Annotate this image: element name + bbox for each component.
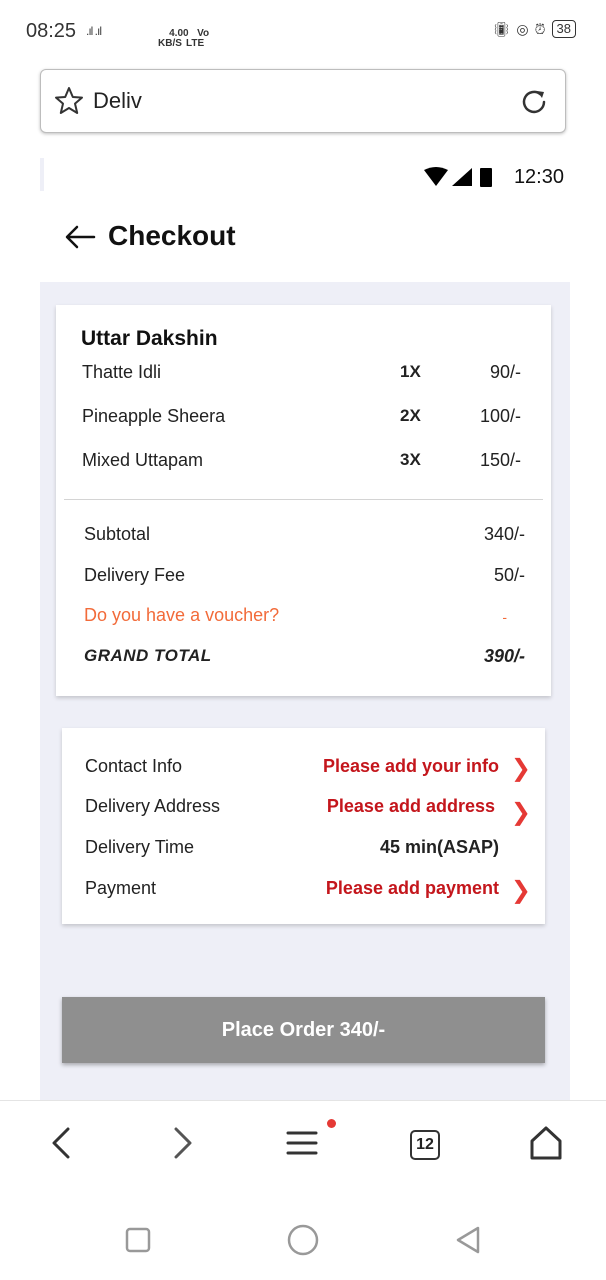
home-circle-icon[interactable]: [285, 1222, 321, 1258]
delivery-fee-row: Delivery Fee 50/-: [56, 565, 551, 595]
app-status-icons: [424, 167, 492, 187]
grand-total-row: GRAND TOTAL 390/-: [56, 646, 551, 676]
order-item: Pineapple Sheera 2X 100/-: [56, 406, 551, 436]
item-name: Thatte Idli: [82, 362, 162, 382]
payment-row[interactable]: Payment Please add payment ❯: [62, 876, 545, 908]
order-summary-card: Uttar Dakshin Thatte Idli 1X 90/- Pineap…: [56, 305, 551, 696]
item-price: 90/-: [489, 362, 521, 382]
delivery-address-label: Delivery Address: [85, 796, 221, 816]
app-status-bar: 12:30: [40, 158, 570, 194]
order-item: Mixed Uttapam 3X 150/-: [56, 450, 551, 480]
battery-level-icon: [480, 168, 492, 187]
app-header: Checkout: [40, 194, 570, 282]
web-content: 12:30 Checkout Uttar Dakshin Thatte Idli…: [40, 158, 570, 1100]
chevron-right-icon[interactable]: ❯: [511, 798, 531, 827]
status-right-icons: 📳︎ ◎ ⏰︎ 38: [493, 20, 576, 38]
back-icon[interactable]: [42, 1123, 82, 1163]
restaurant-name: Uttar Dakshin: [81, 327, 218, 350]
payment-value[interactable]: Please add payment: [326, 878, 499, 899]
tabs-icon[interactable]: 12: [410, 1130, 440, 1160]
grand-total-value: 390/-: [483, 646, 525, 666]
page-title: Checkout: [108, 220, 236, 251]
item-price: 100/-: [479, 406, 521, 426]
item-price: 150/-: [479, 450, 521, 470]
delivery-time-value: 45 min(ASAP): [379, 837, 499, 857]
alarm-icon: ⏰︎: [534, 20, 546, 37]
app-status-time: 12:30: [513, 166, 564, 188]
contact-info-row[interactable]: Contact Info Please add your info ❯: [62, 754, 545, 786]
subtotal-row: Subtotal 340/-: [56, 524, 551, 554]
lock-rotation-icon: ◎: [516, 20, 529, 37]
nav-back-icon[interactable]: [450, 1222, 486, 1258]
home-icon[interactable]: [526, 1123, 566, 1163]
menu-icon[interactable]: [282, 1123, 322, 1163]
network-type: Vo LTE: [186, 19, 209, 59]
address-bar[interactable]: Deliv: [40, 69, 566, 133]
system-status-bar: 08:25 .ıl .ıl 4.00 KB/S Vo LTE 📳︎ ◎ ⏰︎ 3…: [0, 0, 606, 62]
delivery-fee-value: 50/-: [493, 565, 525, 585]
forward-icon[interactable]: [162, 1123, 202, 1163]
reload-icon[interactable]: [519, 87, 549, 117]
subtotal-value: 340/-: [483, 524, 525, 544]
item-qty: 2X: [400, 406, 421, 425]
delivery-time-row: Delivery Time 45 min(ASAP): [62, 837, 545, 867]
item-qty: 1X: [400, 362, 421, 381]
voucher-link[interactable]: Do you have a voucher?: [84, 605, 279, 626]
chevron-right-icon[interactable]: ❯: [511, 754, 531, 783]
item-name: Pineapple Sheera: [82, 406, 226, 426]
status-time: 08:25: [26, 20, 77, 42]
star-icon[interactable]: [53, 85, 85, 117]
voucher-value: -: [502, 609, 507, 625]
system-nav-bar: [0, 1184, 606, 1280]
app-status-edge: [40, 158, 44, 191]
network-speed-text: 4.00 KB/S: [158, 28, 189, 49]
delivery-fee-label: Delivery Fee: [84, 565, 186, 585]
delivery-info-card: Contact Info Please add your info ❯ Deli…: [62, 728, 545, 924]
chevron-right-icon[interactable]: ❯: [511, 876, 531, 905]
grand-total-label: GRAND TOTAL: [84, 646, 212, 665]
item-name: Mixed Uttapam: [82, 450, 204, 470]
payment-label: Payment: [85, 878, 157, 898]
divider: [64, 499, 543, 500]
place-order-button[interactable]: Place Order 340/-: [62, 997, 545, 1063]
voucher-row[interactable]: Do you have a voucher? -: [56, 605, 551, 635]
signal-strength-icon: .ıl .ıl: [86, 24, 102, 38]
vibrate-icon: 📳︎: [492, 20, 511, 37]
item-qty: 3X: [400, 450, 421, 469]
browser-toolbar: [0, 1100, 606, 1184]
delivery-time-label: Delivery Time: [85, 837, 195, 857]
order-item: Thatte Idli 1X 90/-: [56, 362, 551, 392]
recent-apps-icon[interactable]: [120, 1222, 156, 1258]
delivery-address-value[interactable]: Please add address: [327, 796, 495, 817]
delivery-address-row[interactable]: Delivery Address Please add address ❯: [62, 796, 545, 826]
wifi-icon: [424, 167, 448, 186]
subtotal-label: Subtotal: [84, 524, 151, 544]
network-type-text: Vo LTE: [186, 28, 210, 49]
contact-info-label: Contact Info: [85, 756, 183, 776]
contact-info-value[interactable]: Please add your info: [323, 756, 499, 777]
address-text[interactable]: Deliv: [93, 88, 142, 114]
network-speed: 4.00 KB/S: [158, 19, 189, 59]
back-arrow-icon[interactable]: [64, 224, 96, 250]
notification-dot: [327, 1119, 336, 1128]
cell-signal-icon: [452, 168, 472, 186]
battery-icon: 38: [551, 20, 576, 38]
